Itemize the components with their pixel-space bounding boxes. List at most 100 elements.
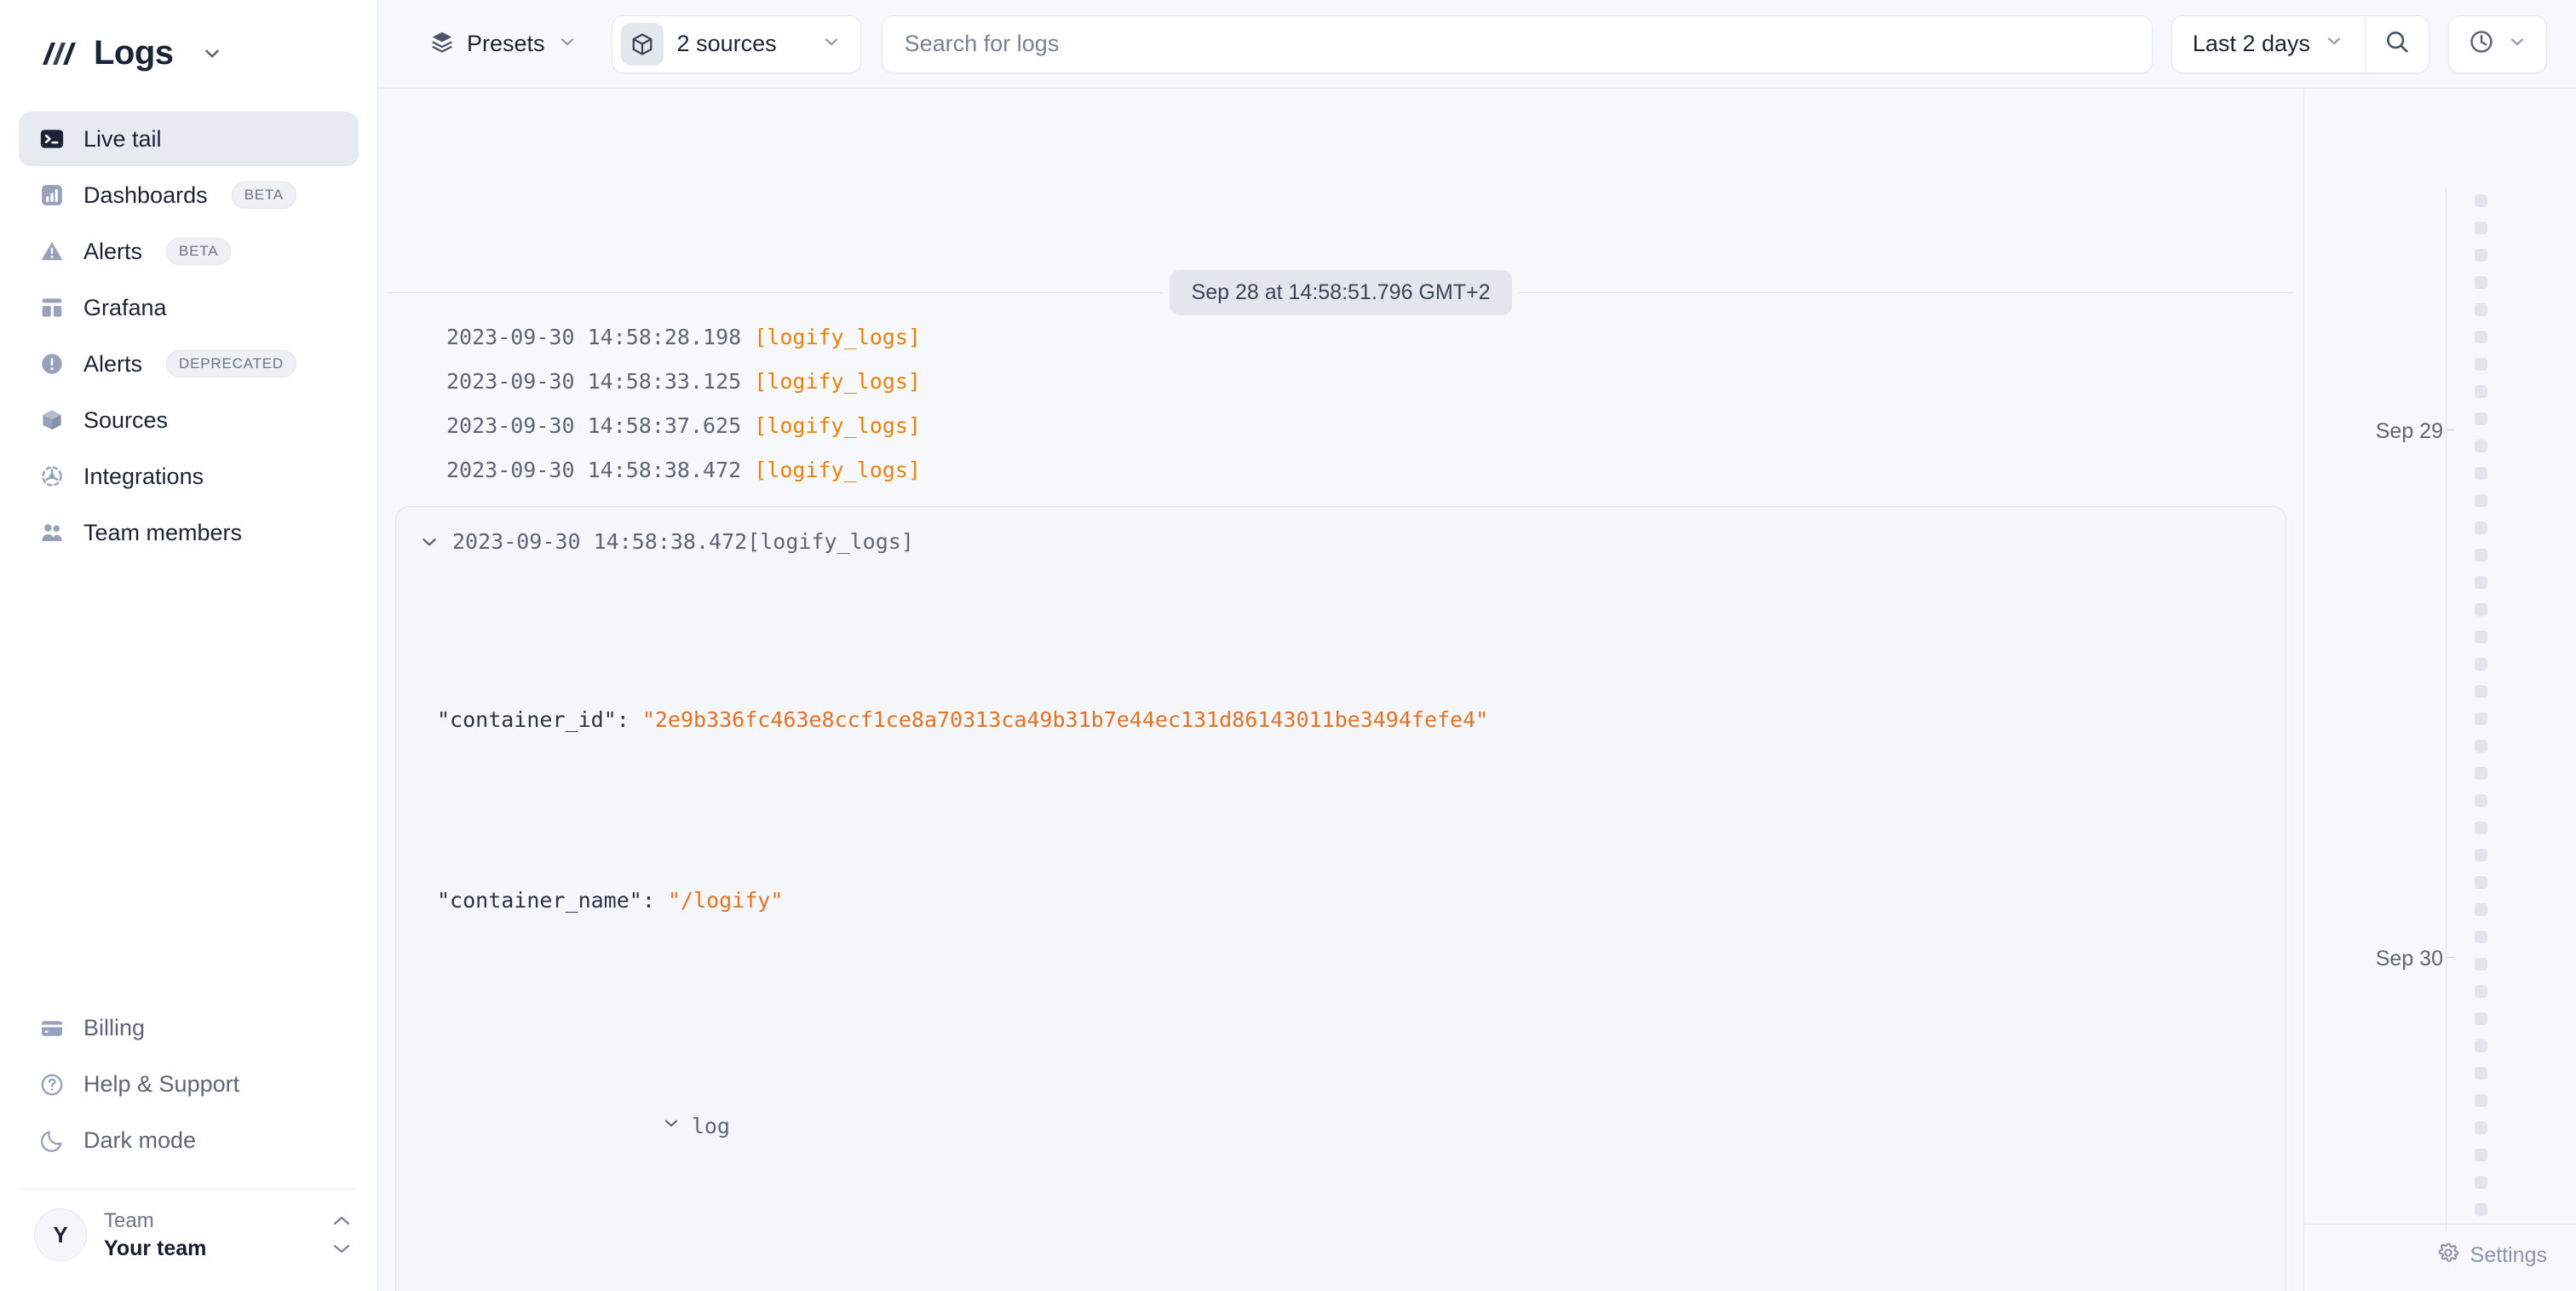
json-field-container-name[interactable]: "container_name": "/logify" bbox=[396, 878, 2286, 923]
logify-logo-icon bbox=[41, 39, 78, 68]
sidebar-item-team-members[interactable]: Team members bbox=[19, 505, 359, 560]
timeline-dot[interactable] bbox=[2475, 412, 2487, 425]
sidebar-item-label: Dark mode bbox=[83, 1127, 197, 1154]
expanded-log-entry: 2023-09-30 14:58:38.472 [logify_logs] "c… bbox=[395, 506, 2286, 1291]
json-group-log-toggle[interactable]: log bbox=[396, 1058, 2286, 1194]
timeline-dot[interactable] bbox=[2475, 903, 2487, 916]
sidebar-item-dashboards[interactable]: Dashboards BETA bbox=[19, 168, 359, 222]
timeline-dot[interactable] bbox=[2475, 1040, 2487, 1052]
settings-button[interactable]: Settings bbox=[2436, 1241, 2547, 1271]
timeline-dots[interactable] bbox=[2475, 194, 2487, 1216]
timeline-dot[interactable] bbox=[2475, 658, 2487, 671]
brand-header[interactable]: Logs bbox=[0, 0, 377, 101]
json-value: "/logify" bbox=[667, 888, 784, 913]
timeline-dot[interactable] bbox=[2475, 276, 2487, 289]
log-pane[interactable]: Sep 28 at 14:58:51.796 GMT+2 2023-09-30 … bbox=[378, 89, 2303, 1291]
timeline-dot[interactable] bbox=[2475, 1067, 2487, 1080]
log-row[interactable]: 2023-09-30 14:58:37.625 [logify_logs] bbox=[378, 404, 2303, 448]
sources-label: 2 sources bbox=[676, 31, 777, 56]
expanded-log-header[interactable]: 2023-09-30 14:58:38.472 [logify_logs] bbox=[396, 522, 2286, 562]
time-range-button[interactable]: Last 2 days bbox=[2172, 16, 2365, 72]
timeline-minimap[interactable]: Sep 29 Sep 30 Settings bbox=[2303, 89, 2576, 1291]
sidebar-item-alerts-deprecated[interactable]: Alerts DEPRECATED bbox=[19, 337, 359, 391]
run-search-button[interactable] bbox=[2366, 16, 2429, 72]
json-viewer: "container_id": "2e9b336fc463e8ccf1ce8a7… bbox=[396, 562, 2286, 1291]
content-body: Sep 28 at 14:58:51.796 GMT+2 2023-09-30 … bbox=[378, 89, 2576, 1291]
timeline-dot[interactable] bbox=[2475, 740, 2487, 752]
timeline-dot[interactable] bbox=[2475, 712, 2487, 725]
timeline-axis bbox=[2446, 189, 2447, 1231]
timeline-label: Sep 29 bbox=[2375, 419, 2443, 443]
timeline-dot[interactable] bbox=[2475, 358, 2487, 371]
sidebar-item-help-support[interactable]: Help & Support bbox=[19, 1058, 359, 1112]
timeline-dot[interactable] bbox=[2475, 303, 2487, 316]
sidebar-item-live-tail[interactable]: Live tail bbox=[19, 112, 359, 166]
sidebar-bottom-nav: Billing Help & Support Dark mode bbox=[0, 1001, 377, 1170]
sidebar-item-sources[interactable]: Sources bbox=[19, 393, 359, 447]
timeline-dot[interactable] bbox=[2475, 522, 2487, 534]
json-field-container-id[interactable]: "container_id": "2e9b336fc463e8ccf1ce8a7… bbox=[396, 697, 2286, 742]
team-name: Your team bbox=[104, 1236, 207, 1260]
team-sub-label: Team bbox=[104, 1208, 154, 1232]
json-separator: : bbox=[641, 888, 668, 913]
history-button[interactable] bbox=[2448, 14, 2547, 73]
timeline-dot[interactable] bbox=[2475, 876, 2487, 889]
chevron-down-icon[interactable] bbox=[201, 43, 223, 65]
log-row[interactable]: 2023-09-30 14:58:33.125 [logify_logs] bbox=[378, 360, 2303, 404]
grafana-grid-icon bbox=[39, 295, 65, 320]
sidebar-nav: Live tail Dashboards BETA Alerts BETA Gr… bbox=[0, 101, 377, 562]
sidebar: Logs Live tail Dashboards BETA Alerts BE… bbox=[0, 0, 378, 1291]
timeline-dot[interactable] bbox=[2475, 467, 2487, 480]
timeline-dot[interactable] bbox=[2475, 1094, 2487, 1107]
team-switcher[interactable]: Y Team Your team bbox=[0, 1190, 377, 1291]
search-input[interactable] bbox=[904, 31, 2130, 57]
timeline-dot[interactable] bbox=[2475, 331, 2487, 343]
timeline-dot[interactable] bbox=[2475, 194, 2487, 207]
timeline-dot[interactable] bbox=[2475, 931, 2487, 943]
timeline-dot[interactable] bbox=[2475, 685, 2487, 698]
timeline-dot[interactable] bbox=[2475, 1121, 2487, 1134]
timeline-dot[interactable] bbox=[2475, 385, 2487, 398]
magnifier-icon bbox=[2383, 28, 2411, 60]
sidebar-item-label: Dashboards bbox=[83, 182, 208, 208]
timeline-dot[interactable] bbox=[2475, 549, 2487, 562]
sidebar-item-alerts-beta[interactable]: Alerts BETA bbox=[19, 224, 359, 279]
timeline-dot[interactable] bbox=[2475, 985, 2487, 998]
timeline-dot[interactable] bbox=[2475, 849, 2487, 862]
timeline-dot[interactable] bbox=[2475, 631, 2487, 643]
timeline-dot[interactable] bbox=[2475, 767, 2487, 780]
divider-line bbox=[388, 292, 1163, 293]
presets-button[interactable]: Presets bbox=[407, 18, 600, 71]
timeline-dot[interactable] bbox=[2475, 1203, 2487, 1216]
timeline-dot[interactable] bbox=[2475, 576, 2487, 589]
timeline-dot[interactable] bbox=[2475, 1012, 2487, 1025]
sidebar-item-grafana[interactable]: Grafana bbox=[19, 280, 359, 335]
credit-card-icon bbox=[39, 1016, 65, 1041]
json-key: "container_id" bbox=[437, 707, 617, 732]
log-row[interactable]: 2023-09-30 14:58:28.198 [logify_logs] bbox=[378, 315, 2303, 360]
sidebar-item-integrations[interactable]: Integrations bbox=[19, 449, 359, 504]
timeline-dot[interactable] bbox=[2475, 958, 2487, 971]
team-switcher-carets[interactable] bbox=[331, 1215, 352, 1254]
timeline-dot[interactable] bbox=[2475, 1149, 2487, 1161]
log-row[interactable]: 2023-09-30 14:58:38.472 [logify_logs] bbox=[378, 448, 2303, 493]
sidebar-item-label: Grafana bbox=[83, 294, 167, 320]
sidebar-item-billing[interactable]: Billing bbox=[19, 1001, 359, 1056]
toolbar: Presets 2 sources Last 2 days bbox=[378, 0, 2576, 89]
search-field-wrapper[interactable] bbox=[881, 14, 2153, 73]
sidebar-item-dark-mode[interactable]: Dark mode bbox=[19, 1114, 359, 1168]
timeline-dot[interactable] bbox=[2475, 603, 2487, 616]
time-range-label: Last 2 days bbox=[2192, 31, 2310, 56]
timeline-dot[interactable] bbox=[2475, 222, 2487, 234]
sources-selector[interactable]: 2 sources bbox=[611, 14, 861, 73]
timeline-dot[interactable] bbox=[2475, 440, 2487, 452]
timeline-dot[interactable] bbox=[2475, 794, 2487, 807]
timeline-dot[interactable] bbox=[2475, 1176, 2487, 1189]
timeline-dot[interactable] bbox=[2475, 821, 2487, 834]
terminal-icon bbox=[39, 126, 65, 152]
timeline-dot[interactable] bbox=[2475, 494, 2487, 507]
timeline-dot[interactable] bbox=[2475, 249, 2487, 262]
chevron-down-icon[interactable] bbox=[418, 531, 440, 553]
log-timestamp: 2023-09-30 14:58:28.198 bbox=[446, 325, 742, 349]
presets-label: Presets bbox=[467, 31, 545, 56]
